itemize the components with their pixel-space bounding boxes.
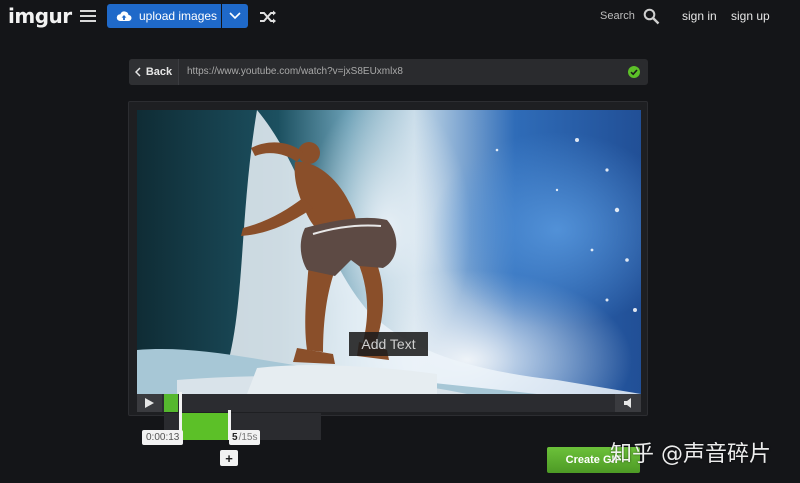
video-url-input[interactable]: https://www.youtube.com/watch?v=jxS8EUxm… [187,66,403,77]
play-icon [145,398,154,408]
upload-options-dropdown[interactable] [222,4,248,28]
upload-images-label: upload images [139,9,218,23]
chevron-left-icon [134,67,141,77]
search-label[interactable]: Search [600,10,635,22]
add-text-button[interactable]: Add Text [349,332,428,356]
duration-value: 5 [232,432,238,443]
playback-progress[interactable] [164,394,178,412]
duration-max: /15s [238,432,258,443]
video-controls-bar [137,394,641,412]
random-shuffle-icon[interactable] [259,9,277,25]
valid-check-icon [628,66,640,78]
cloud-upload-icon [116,11,132,21]
speaker-icon [624,398,631,408]
upload-images-button[interactable]: upload images [107,4,221,28]
search-icon[interactable] [643,8,660,25]
imgur-logo[interactable]: imgur [8,4,72,28]
volume-button[interactable] [615,394,641,412]
watermark-text: 知乎 @声音碎片 [610,442,771,467]
play-button[interactable] [137,394,162,412]
back-button[interactable]: Back [129,59,179,85]
chevron-down-icon [229,12,241,20]
back-label: Back [145,66,173,78]
sign-in-link[interactable]: sign in [682,9,717,23]
add-duration-button[interactable]: + [220,450,238,466]
top-navigation-bar: imgur upload images Search sign in sign … [0,0,800,33]
trim-start-time[interactable]: 0:00:13 [142,430,184,445]
sign-up-link[interactable]: sign up [731,9,770,23]
hamburger-menu-icon[interactable] [80,10,96,23]
trim-selection-range[interactable] [180,413,229,440]
video-player [128,101,648,416]
video-url-bar: Back https://www.youtube.com/watch?v=jxS… [129,59,648,85]
gif-duration-label[interactable]: 5 /15s [229,430,261,445]
